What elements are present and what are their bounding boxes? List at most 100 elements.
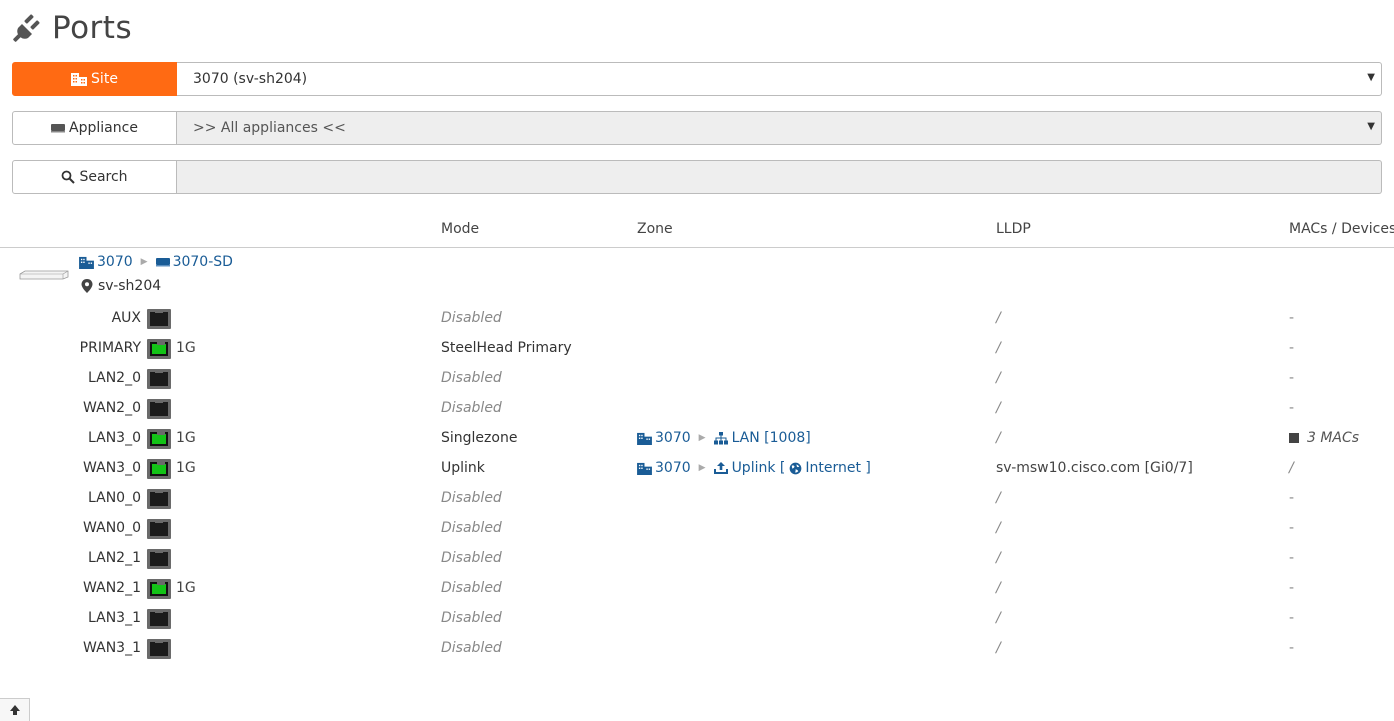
device-location: sv-sh204 <box>79 278 161 294</box>
device-location-name: sv-sh204 <box>98 278 162 294</box>
device-header: 3070 ▶ 3070-SD sv-sh204 <box>0 252 1394 300</box>
arrow-up-icon <box>9 705 20 715</box>
site-filter-label: Site <box>12 62 177 96</box>
port-lldp: / <box>996 340 1001 356</box>
sitemap-icon <box>713 431 728 444</box>
zone-link[interactable]: LAN [1008] <box>713 430 811 446</box>
port-mode: Disabled <box>441 370 502 386</box>
device-square-icon <box>1289 433 1299 443</box>
ethernet-port-icon[interactable] <box>147 549 171 569</box>
page-header: Ports <box>12 8 132 48</box>
appliance-icon <box>51 123 66 133</box>
port-name: WAN3_0 <box>83 460 141 476</box>
port-speed: 1G <box>176 430 196 446</box>
port-mode: Disabled <box>441 640 502 656</box>
port-name: WAN0_0 <box>83 520 141 536</box>
port-mode: Disabled <box>441 550 502 566</box>
ethernet-port-icon[interactable] <box>147 309 171 329</box>
search-label-text: Search <box>79 169 128 185</box>
upload-icon <box>713 462 728 474</box>
site-label-text: Site <box>91 71 118 87</box>
ethernet-port-icon[interactable] <box>147 369 171 389</box>
ethernet-port-icon[interactable] <box>147 339 171 359</box>
scroll-top-button[interactable] <box>0 698 30 721</box>
device-site-name: 3070 <box>97 254 133 270</box>
port-mode: Singlezone <box>441 430 518 446</box>
table-row: WAN2_0 Disabled / - <box>0 394 1394 424</box>
port-speed: 1G <box>176 460 196 476</box>
port-macs: / <box>1289 460 1294 476</box>
port-name: LAN3_1 <box>88 610 141 626</box>
site-filter: Site 3070 (sv-sh204) ▼ <box>12 62 1382 96</box>
port-macs[interactable]: 3 MACs <box>1289 430 1359 446</box>
search-icon <box>61 170 76 184</box>
port-name: LAN2_0 <box>88 370 141 386</box>
table-row: WAN2_1 1G Disabled / - <box>0 574 1394 604</box>
ethernet-port-icon[interactable] <box>147 579 171 599</box>
port-macs-text: 3 MACs <box>1307 430 1360 446</box>
device-appliance-name: 3070-SD <box>172 254 233 270</box>
site-select[interactable]: 3070 (sv-sh204) ▼ <box>177 62 1382 96</box>
port-lldp: / <box>996 310 1001 326</box>
table-row: WAN0_0 Disabled / - <box>0 514 1394 544</box>
column-header-mode[interactable]: Mode <box>441 221 479 237</box>
port-lldp: / <box>996 550 1001 566</box>
building-icon <box>637 462 652 475</box>
port-lldp: / <box>996 610 1001 626</box>
port-zone: 3070 ▶ Uplink [ Internet ] <box>637 460 871 476</box>
table-row: LAN3_1 Disabled / - <box>0 604 1394 634</box>
ethernet-port-icon[interactable] <box>147 459 171 479</box>
device-appliance-link[interactable]: 3070-SD <box>155 254 233 270</box>
table-row: LAN2_0 Disabled / - <box>0 364 1394 394</box>
port-name: WAN2_0 <box>83 400 141 416</box>
appliance-label-text: Appliance <box>69 120 138 136</box>
port-mode: Disabled <box>441 580 502 596</box>
zone-internet: Internet ] <box>805 460 871 476</box>
chevron-right-icon: ▶ <box>698 463 706 473</box>
appliance-select-value: >> All appliances << <box>193 120 346 136</box>
column-header-zone[interactable]: Zone <box>637 221 673 237</box>
device-site-link[interactable]: 3070 <box>79 254 133 270</box>
port-lldp: / <box>996 490 1001 506</box>
ethernet-port-icon[interactable] <box>147 429 171 449</box>
table-row: WAN3_0 1G Uplink 3070 ▶ Uplink [Internet ] sv-… <box>0 454 1394 484</box>
zone-name: Uplink [ <box>731 460 786 476</box>
column-header-macs[interactable]: MACs / Devices <box>1289 221 1394 237</box>
port-lldp: / <box>996 370 1001 386</box>
zone-site-name: 3070 <box>655 430 691 446</box>
ethernet-port-icon[interactable] <box>147 399 171 419</box>
search-input[interactable] <box>177 160 1382 194</box>
appliance-filter: Appliance >> All appliances << ▼ <box>12 111 1382 145</box>
port-lldp: / <box>996 400 1001 416</box>
column-header-lldp[interactable]: LLDP <box>996 221 1031 237</box>
appliance-icon <box>155 258 170 267</box>
ethernet-port-icon[interactable] <box>147 489 171 509</box>
zone-site-link[interactable]: 3070 <box>637 430 691 446</box>
port-name: PRIMARY <box>79 340 141 356</box>
zone-link[interactable]: Uplink [ Internet ] <box>713 460 871 476</box>
port-mode: Disabled <box>441 310 502 326</box>
search-filter-label: Search <box>12 160 177 194</box>
port-macs: - <box>1289 580 1295 596</box>
search-filter: Search <box>12 160 1382 194</box>
port-macs: - <box>1289 640 1295 656</box>
zone-site-link[interactable]: 3070 <box>637 460 691 476</box>
port-macs: - <box>1289 610 1295 626</box>
port-macs: - <box>1289 370 1295 386</box>
port-mode: Uplink <box>441 460 485 476</box>
port-zone: 3070 ▶ LAN [1008] <box>637 430 811 446</box>
port-macs: - <box>1289 490 1295 506</box>
ethernet-port-icon[interactable] <box>147 519 171 539</box>
ethernet-port-icon[interactable] <box>147 609 171 629</box>
port-name: LAN3_0 <box>88 430 141 446</box>
table-row: LAN2_1 Disabled / - <box>0 544 1394 574</box>
chevron-right-icon: ▶ <box>698 433 706 443</box>
appliance-select[interactable]: >> All appliances << ▼ <box>177 111 1382 145</box>
building-icon <box>637 432 652 445</box>
ethernet-port-icon[interactable] <box>147 639 171 659</box>
caret-down-icon: ▼ <box>1367 121 1375 132</box>
port-speed: 1G <box>176 580 196 596</box>
appliance-image <box>19 270 69 280</box>
caret-down-icon: ▼ <box>1367 72 1375 83</box>
zone-name: LAN [1008] <box>731 430 811 446</box>
